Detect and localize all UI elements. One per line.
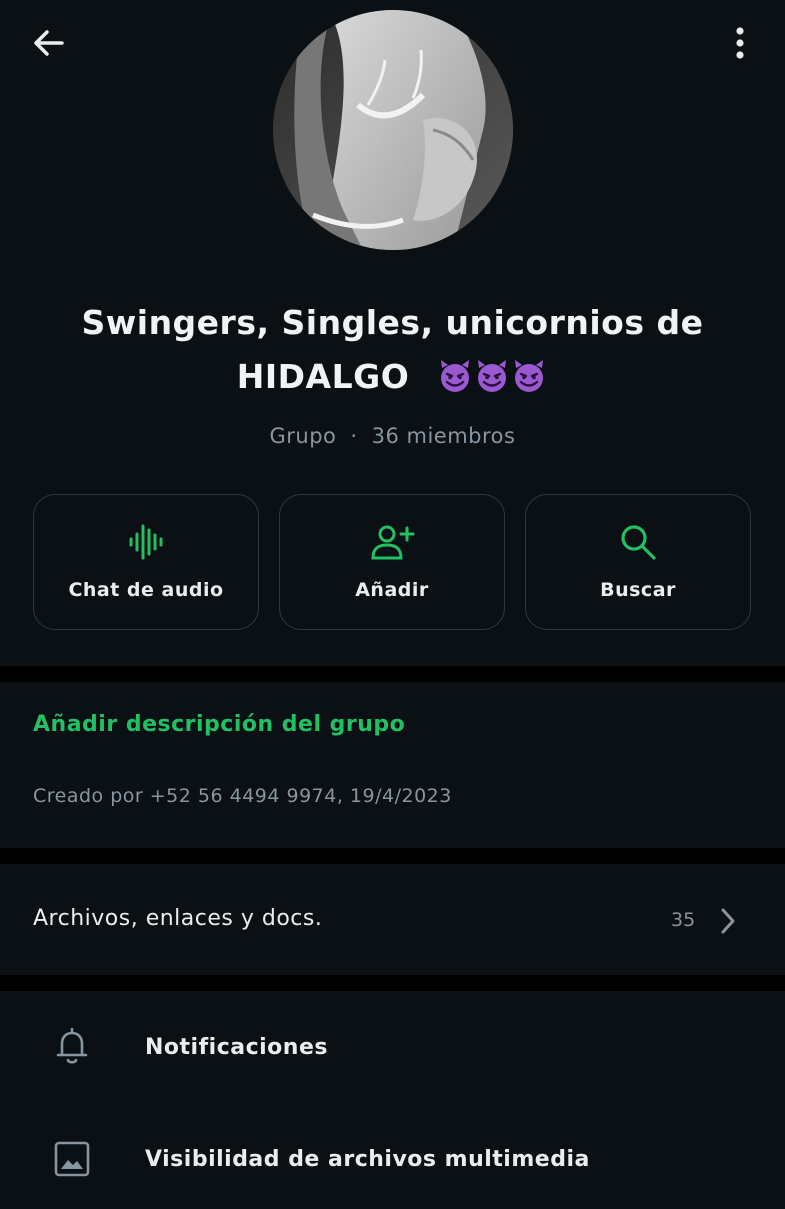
section-divider: [0, 975, 785, 991]
description-section: Añadir descripción del grupo Creado por …: [0, 682, 785, 848]
media-visibility-row[interactable]: Visibilidad de archivos multimedia: [0, 1109, 785, 1209]
media-visibility-label: Visibilidad de archivos multimedia: [145, 1147, 590, 1172]
group-header: Swingers, Singles, unicornios de HIDALGO…: [0, 0, 785, 666]
search-button[interactable]: Buscar: [525, 494, 751, 630]
media-links-docs-label: Archivos, enlaces y docs.: [33, 906, 323, 931]
add-member-label: Añadir: [355, 579, 429, 601]
media-links-docs-row[interactable]: Archivos, enlaces y docs. 35: [0, 864, 785, 975]
more-options-button[interactable]: [720, 22, 760, 64]
search-icon: [621, 525, 656, 560]
settings-section: Notificaciones Visibilidad de archivos m…: [0, 991, 785, 1200]
add-member-button[interactable]: Añadir: [279, 494, 505, 630]
chevron-right-icon: [721, 908, 735, 934]
media-count: 35: [671, 909, 696, 931]
audio-chat-button[interactable]: Chat de audio: [33, 494, 259, 630]
group-subtitle: Grupo · 36 miembros: [0, 424, 785, 448]
audio-chat-label: Chat de audio: [68, 579, 224, 601]
group-photo: [273, 10, 513, 250]
member-count[interactable]: 36 miembros: [372, 424, 516, 448]
notifications-row[interactable]: Notificaciones: [0, 997, 785, 1097]
group-type: Grupo: [269, 424, 337, 448]
group-avatar[interactable]: [273, 10, 513, 250]
notifications-label: Notificaciones: [145, 1035, 328, 1060]
image-icon: [54, 1141, 90, 1177]
bell-icon: [56, 1027, 88, 1064]
add-description-link[interactable]: Añadir descripción del grupo: [33, 712, 405, 737]
search-label: Buscar: [600, 579, 676, 601]
section-divider: [0, 666, 785, 682]
group-name-line1: Swingers, Singles, unicornios de: [81, 303, 704, 342]
section-divider: [0, 848, 785, 864]
more-vertical-icon: [736, 27, 744, 59]
add-person-icon: [371, 525, 415, 560]
group-name-line2: HIDALGO: [236, 357, 410, 396]
audio-waveform-icon: [129, 524, 163, 560]
back-button[interactable]: [28, 22, 70, 64]
arrow-left-icon: [34, 30, 64, 56]
created-by-text: Creado por +52 56 4494 9974, 19/4/2023: [33, 785, 452, 807]
group-name: Swingers, Singles, unicornios de HIDALGO: [40, 296, 745, 410]
smiling-devil-emoji-icon: [437, 356, 548, 410]
separator-dot: ·: [350, 424, 358, 448]
